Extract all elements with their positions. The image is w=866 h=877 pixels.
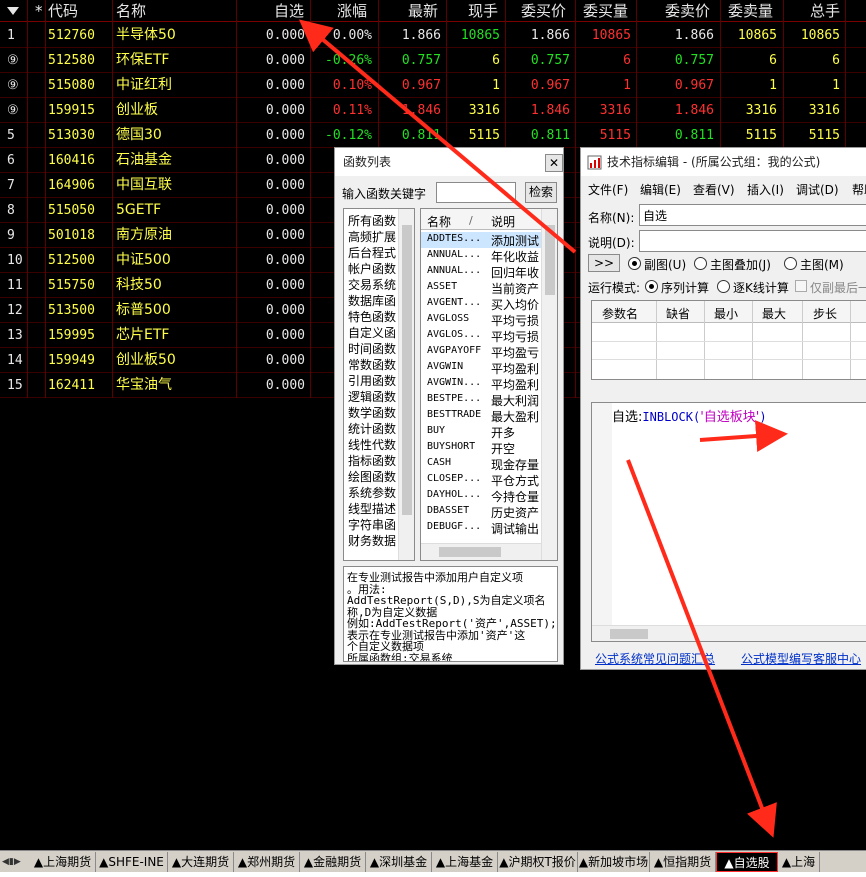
- tab-scroll-arrows-icon[interactable]: ◀▮▶: [2, 854, 28, 870]
- arrow-to-zixuan-tab: [626, 459, 777, 838]
- market-tab[interactable]: ▲大连期货: [168, 852, 234, 872]
- market-tab[interactable]: ▲恒指期货: [650, 852, 716, 872]
- market-tab[interactable]: ▲上海: [778, 852, 820, 872]
- market-tab[interactable]: ▲SHFE-INE: [96, 852, 168, 872]
- annotation-arrows: [298, 19, 788, 838]
- status-strip: [0, 872, 866, 877]
- market-tab[interactable]: ▲深圳基金: [366, 852, 432, 872]
- market-tab[interactable]: ▲沪期权T报价: [498, 852, 578, 872]
- market-tab[interactable]: ▲新加坡市场: [578, 852, 650, 872]
- market-tab[interactable]: ▲金融期货: [300, 852, 366, 872]
- market-tab[interactable]: ▲郑州期货: [234, 852, 300, 872]
- market-tab-bar: ◀▮▶ ▲上海期货 ▲SHFE-INE ▲大连期货 ▲郑州期货 ▲金融期货 ▲深圳基金 ▲上…: [0, 850, 866, 872]
- arrow-to-zixuan-column: [298, 19, 577, 254]
- arrow-to-code: [699, 420, 788, 452]
- market-tab[interactable]: ▲上海期货: [30, 852, 96, 872]
- market-tab[interactable]: ▲上海基金: [432, 852, 498, 872]
- tab-zixuan-active[interactable]: ▲自选股: [716, 852, 778, 872]
- app-window: * 代码 名称 自选 涨幅 最新 现手 委买价 委买量 委卖价 委卖量 总手 1…: [0, 0, 866, 877]
